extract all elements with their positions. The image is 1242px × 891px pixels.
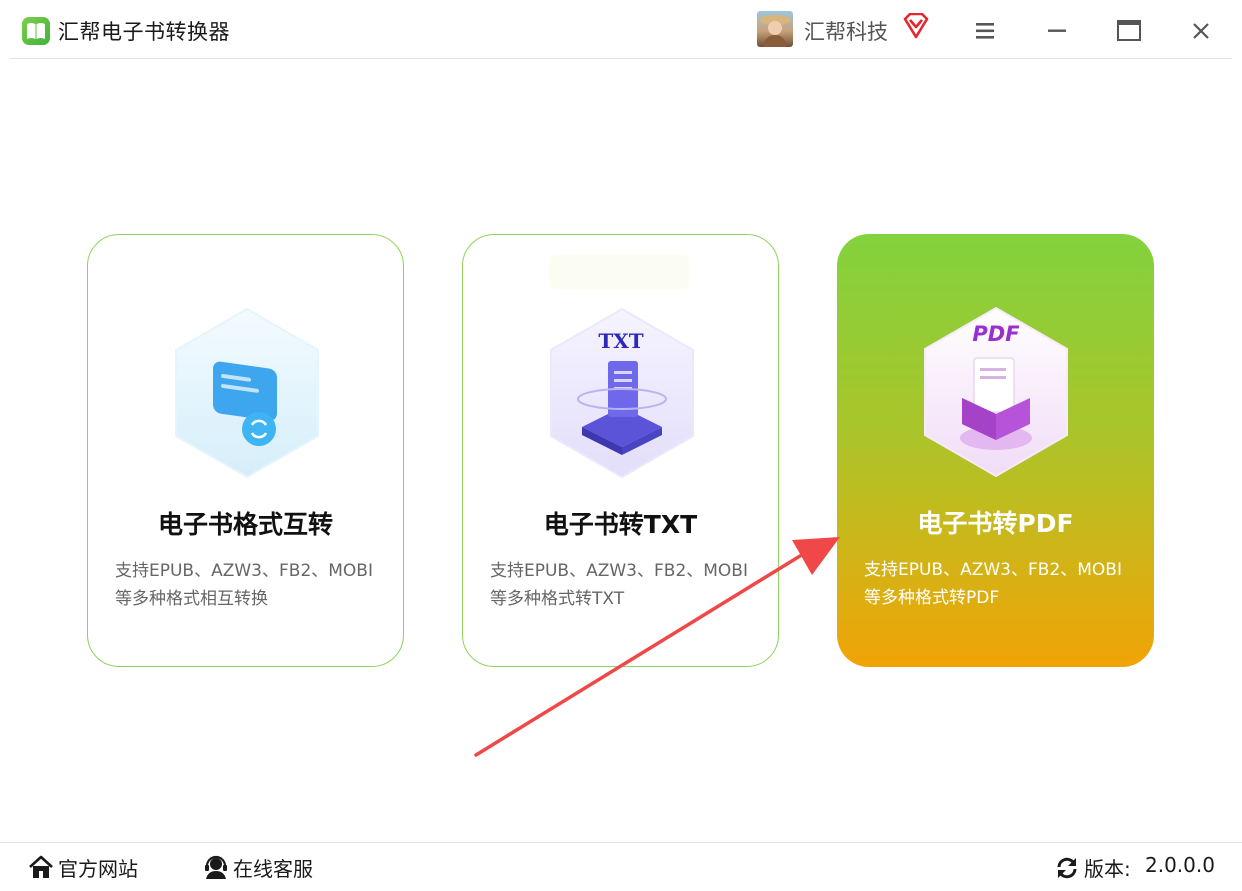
status-bar: 官方网站 在线客服 版本: 2.0.0.0 — [0, 842, 1242, 891]
refresh-icon — [1057, 857, 1077, 879]
card-description: 支持EPUB、AZW3、FB2、MOBI 等多种格式转PDF — [864, 556, 1122, 612]
app-logo-icon — [22, 17, 50, 45]
txt-badge: TXT — [598, 329, 643, 353]
card-title: 电子书转TXT — [543, 510, 698, 539]
card-desc-line: 等多种格式转TXT — [490, 589, 625, 609]
home-icon — [29, 855, 53, 878]
pdf-badge-text: PDF — [972, 322, 1020, 346]
card-title: 电子书格式互转 — [157, 510, 333, 539]
txt-badge-text: TXT — [598, 329, 643, 353]
card-desc-line: 支持EPUB、AZW3、FB2、MOBI — [115, 561, 373, 581]
card-to-txt[interactable]: TXT 电子书转TXT 支持EPUB、AZW3、FB2、MOBI 等多种格式转T… — [462, 234, 779, 667]
menu-button[interactable] — [968, 14, 1002, 48]
card-desc-line: 支持EPUB、AZW3、FB2、MOBI — [490, 561, 748, 581]
user-name[interactable]: 汇帮科技 — [804, 16, 888, 46]
title-bar: 汇帮电子书转换器 汇帮科技 — [0, 0, 1242, 59]
card-desc-line: 等多种格式转PDF — [864, 588, 1000, 608]
user-avatar[interactable] — [757, 11, 793, 47]
card-description: 支持EPUB、AZW3、FB2、MOBI 等多种格式转TXT — [490, 557, 748, 613]
title-divider — [10, 58, 1232, 59]
card-desc-line: 支持EPUB、AZW3、FB2、MOBI — [864, 560, 1122, 580]
hamburger-icon — [976, 23, 994, 39]
close-button[interactable] — [1184, 14, 1218, 48]
minimize-button[interactable] — [1040, 14, 1074, 48]
online-support-link[interactable]: 在线客服 — [203, 853, 327, 881]
card-desc-line: 等多种格式相互转换 — [115, 589, 268, 609]
online-support-label: 在线客服 — [233, 857, 313, 881]
card-to-pdf[interactable]: PDF 电子书转PDF 支持EPUB、AZW3、FB2、MOBI 等多种格式转P… — [837, 234, 1154, 667]
format-convert-icon — [175, 307, 319, 479]
headset-icon — [205, 855, 227, 879]
vip-diamond-icon[interactable] — [902, 12, 930, 43]
minimize-icon — [1048, 29, 1066, 32]
close-icon — [1193, 23, 1209, 39]
maximize-button[interactable] — [1112, 14, 1146, 48]
card-badge-background — [549, 255, 689, 289]
official-website-link[interactable]: 官方网站 — [28, 853, 148, 881]
card-title: 电子书转PDF — [917, 509, 1074, 538]
card-format-convert[interactable]: 电子书格式互转 支持EPUB、AZW3、FB2、MOBI 等多种格式相互转换 — [87, 234, 404, 667]
app-title: 汇帮电子书转换器 — [58, 20, 230, 44]
card-description: 支持EPUB、AZW3、FB2、MOBI 等多种格式相互转换 — [115, 557, 373, 613]
maximize-icon — [1117, 20, 1141, 41]
official-website-label: 官方网站 — [58, 857, 138, 881]
pdf-badge: PDF — [972, 322, 1020, 346]
version-number: 2.0.0.0 — [1145, 853, 1215, 877]
version-label: 版本: — [1084, 857, 1131, 881]
